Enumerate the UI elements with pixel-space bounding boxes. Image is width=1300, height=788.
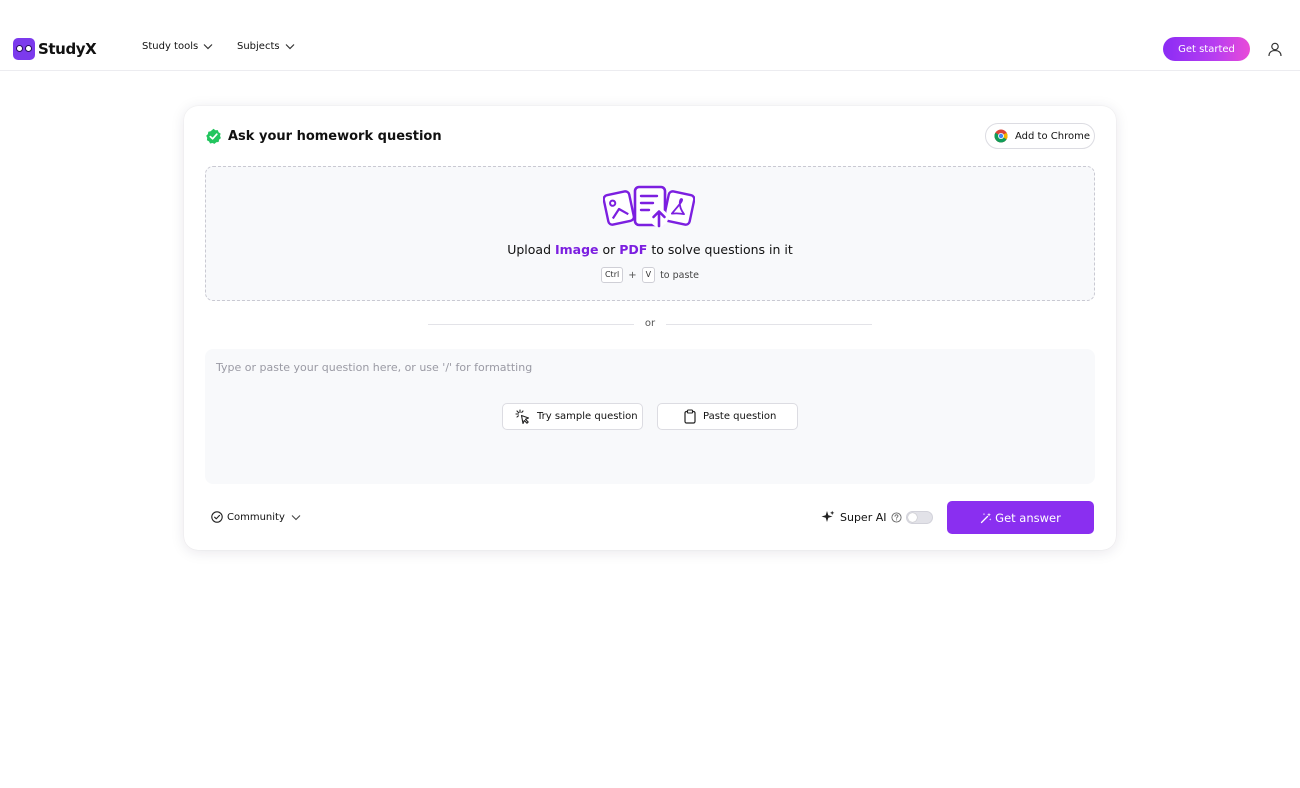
toggle-knob [907, 512, 917, 522]
nav-subjects[interactable]: Subjects [237, 41, 295, 52]
community-label: Community [227, 511, 285, 523]
upload-pdf-link[interactable]: PDF [619, 242, 647, 257]
owl-logo-icon [13, 38, 35, 60]
super-ai-label: Super AI [840, 510, 887, 524]
chevron-down-icon [285, 44, 295, 50]
check-circle-icon [206, 128, 221, 144]
get-started-button[interactable]: Get started [1163, 37, 1250, 61]
divider-line-right [666, 324, 872, 325]
super-ai-toggle[interactable] [905, 510, 933, 524]
upload-instructions: Upload Image or PDF to solve questions i… [206, 242, 1094, 257]
chrome-icon [994, 129, 1008, 143]
chevron-down-icon [203, 44, 213, 50]
divider-line-left [428, 324, 634, 325]
paste-hint-text: to paste [660, 269, 700, 281]
sparkle-icon [821, 510, 835, 522]
homework-question-card: Ask your homework question Add to Chrome [184, 106, 1116, 550]
upload-image-link[interactable]: Image [555, 242, 599, 257]
v-key: V [641, 267, 656, 283]
top-navigation-bar: StudyX Study tools Subjects Get started [0, 0, 1300, 71]
upload-suffix: to solve questions in it [647, 242, 793, 257]
paste-shortcut-hint: Ctrl + V to paste [206, 267, 1094, 283]
upload-or: or [598, 242, 620, 257]
get-answer-label: Get answer [995, 510, 1061, 525]
question-input[interactable]: Type or paste your question here, or use… [205, 349, 1095, 484]
cursor-click-icon [515, 409, 530, 424]
add-to-chrome-button[interactable]: Add to Chrome [985, 123, 1095, 149]
paste-question-label: Paste question [703, 411, 777, 422]
chevron-down-icon [291, 514, 301, 520]
nav-subjects-label: Subjects [237, 41, 280, 52]
user-account-button[interactable] [1264, 38, 1286, 60]
card-title: Ask your homework question [228, 129, 442, 144]
or-label: or [644, 318, 656, 329]
nav-study-tools[interactable]: Study tools [142, 41, 213, 52]
get-answer-button[interactable]: Get answer [947, 501, 1094, 534]
try-sample-question-label: Try sample question [537, 411, 638, 422]
community-dropdown[interactable]: Community [211, 511, 301, 523]
clipboard-icon [684, 409, 696, 424]
studyx-logo[interactable]: StudyX [13, 38, 97, 60]
ctrl-key: Ctrl [600, 267, 624, 283]
brand-name: StudyX [38, 40, 97, 58]
add-to-chrome-label: Add to Chrome [1015, 130, 1090, 142]
key-plus: + [628, 269, 637, 281]
help-circle-icon[interactable] [890, 511, 902, 523]
nav-study-tools-label: Study tools [142, 41, 199, 52]
user-icon [1268, 42, 1282, 57]
upload-prefix: Upload [507, 242, 555, 257]
super-ai-option: Super AI [821, 510, 933, 524]
question-placeholder: Type or paste your question here, or use… [216, 361, 533, 374]
magic-wand-icon [981, 512, 992, 523]
card-header: Ask your homework question [205, 128, 442, 145]
try-sample-question-button[interactable]: Try sample question [502, 403, 643, 430]
file-upload-dropzone[interactable]: Upload Image or PDF to solve questions i… [205, 166, 1095, 301]
paste-question-button[interactable]: Paste question [657, 403, 798, 430]
upload-files-icon [603, 185, 695, 228]
or-divider: or [428, 318, 872, 332]
check-circle-outline-icon [211, 511, 223, 523]
